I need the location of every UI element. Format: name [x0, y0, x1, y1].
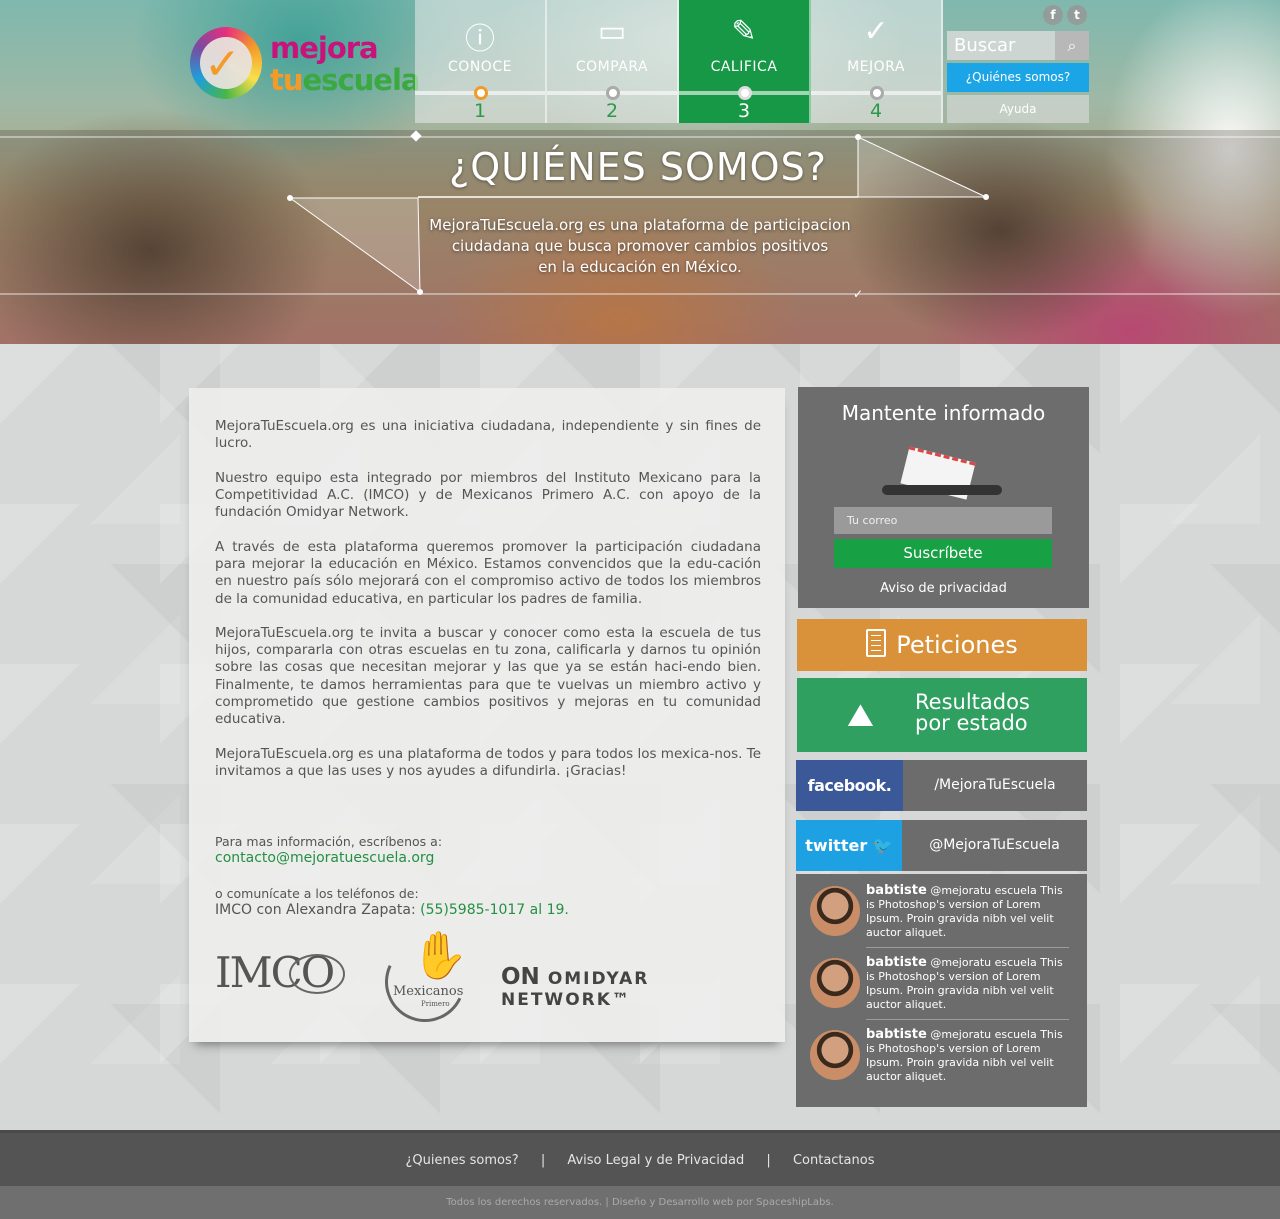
svg-text:✓: ✓ [853, 287, 863, 301]
ruler-icon: ▭ [597, 14, 627, 49]
search-icon: ⌕ [1067, 36, 1077, 55]
mexicanos-logo-subtext: Primero [421, 1000, 450, 1008]
pencil-icon: ✎ [731, 14, 757, 49]
tweet-item[interactable]: babtiste @mejoratu escuela This is Photo… [810, 948, 1069, 1016]
step-label: MEJORA [847, 59, 905, 75]
step-dot [738, 86, 752, 100]
peticiones-button[interactable]: Peticiones [797, 619, 1087, 671]
twitter-handle[interactable]: @MejoraTuEscuela [902, 820, 1087, 871]
step-number: 1 [473, 100, 487, 122]
step-label: CALIFICA [710, 59, 778, 75]
page-title: ¿QUIÉNES SOMOS? [449, 145, 827, 189]
facebook-logo-icon: facebook. [796, 760, 903, 811]
phone-line: IMCO con Alexandra Zapata: (55)5985-1017… [215, 902, 569, 918]
footer-link-quienes[interactable]: ¿Quienes somos? [406, 1153, 519, 1168]
tweets-feed: babtiste @mejoratu escuela This is Photo… [796, 874, 1087, 1107]
about-paragraph: MejoraTuEscuela.org es una iniciativa ci… [215, 418, 761, 452]
footer-separator: | [540, 1153, 546, 1168]
right-nav: f t Buscar ⌕ ¿Quiénes somos? Ayuda [947, 0, 1089, 123]
mexicanos-logo-text: Mexicanos [393, 984, 464, 999]
facebook-handle[interactable]: /MejoraTuEscuela [903, 760, 1087, 811]
footer-separator: | [766, 1153, 771, 1168]
step-dot [606, 86, 620, 100]
email-field[interactable]: Tu correo [834, 507, 1052, 534]
twitter-icon[interactable]: t [1067, 5, 1087, 25]
logo-text-mejora: mejora [270, 31, 379, 65]
avatar [810, 886, 860, 936]
resultados-label: Resultados por estado [915, 690, 1030, 735]
phone-number-link[interactable]: (55)5985-1017 al 19. [420, 902, 569, 918]
phone-label: o comunícate a los teléfonos de: [215, 886, 419, 901]
step-label: COMPARA [575, 59, 649, 75]
twitter-box[interactable]: twitter 🐦 @MejoraTuEscuela [796, 820, 1087, 871]
step-mejora[interactable]: ✓ MEJORA 4 [811, 0, 943, 123]
footer-link-contacto[interactable]: Contactanos [793, 1153, 875, 1168]
step-label: CONOCE [448, 59, 512, 75]
logo-text-tuescuela: tuescuela [270, 63, 420, 97]
clipboard-icon [866, 629, 887, 657]
twitter-logo-icon: twitter 🐦 [796, 820, 902, 871]
resultados-button[interactable]: ⛰ Resultados por estado [797, 678, 1087, 752]
quienes-somos-button[interactable]: ¿Quiénes somos? [947, 63, 1089, 92]
ayuda-button[interactable]: Ayuda [947, 95, 1089, 123]
facebook-icon[interactable]: f [1043, 5, 1063, 25]
raised-hand-icon: ✋ [411, 928, 469, 982]
info-icon: ⓘ [465, 22, 495, 57]
step-compara[interactable]: ▭ COMPARA 2 [547, 0, 679, 123]
avatar [810, 958, 860, 1008]
about-paragraph: A través de esta plataforma queremos pro… [215, 539, 761, 607]
check-circle-icon: ✓ [863, 14, 889, 49]
tweet-text: babtiste @mejoratu escuela This is Photo… [866, 1027, 1063, 1084]
newsletter-title: Mantente informado [841, 401, 1046, 425]
privacy-link[interactable]: Aviso de privacidad [798, 581, 1089, 596]
about-card: MejoraTuEscuela.org es una iniciativa ci… [189, 388, 785, 1042]
omidyar-logo[interactable]: ON OMIDYAR NETWORK™ [501, 964, 785, 1010]
site-logo[interactable]: ✓ mejora tuescuela [190, 27, 420, 105]
step-dot [474, 86, 488, 100]
about-paragraph: Nuestro equipo esta integrado por miembr… [215, 470, 761, 521]
search-box: Buscar ⌕ [947, 31, 1089, 60]
avatar [810, 1030, 860, 1080]
tweet-text: babtiste @mejoratu escuela This is Photo… [866, 883, 1063, 940]
tweet-text: babtiste @mejoratu escuela This is Photo… [866, 955, 1063, 1012]
imco-swirl-icon [289, 954, 345, 994]
step-conoce[interactable]: ⓘ CONOCE 1 [415, 0, 547, 123]
tweet-item[interactable]: babtiste @mejoratu escuela This is Photo… [810, 876, 1069, 944]
search-button[interactable]: ⌕ [1055, 31, 1089, 60]
footer-nav: ¿Quienes somos? | Aviso Legal y de Priva… [0, 1130, 1280, 1186]
about-paragraph: MejoraTuEscuela.org es una plataforma de… [215, 746, 762, 780]
hero-subtitle: MejoraTuEscuela.org es una plataforma de… [429, 216, 851, 276]
step-number: 2 [605, 100, 619, 122]
step-califica[interactable]: ✎ CALIFICA 3 [679, 0, 811, 123]
omidyar-mark: ON [501, 964, 540, 990]
search-input[interactable]: Buscar [954, 35, 1015, 56]
logo-check-icon: ✓ [204, 39, 241, 90]
steps-nav: ⓘ CONOCE 1 ▭ COMPARA 2 ✎ CALIFICA 3 ✓ ME… [415, 0, 943, 123]
hero-banner: ✓ ✓ mejora tuescuela ⓘ CONOCE 1 ▭ COMPAR… [0, 0, 1280, 344]
mexico-map-icon: ⛰ [847, 696, 874, 734]
envelope-icon [882, 446, 1002, 500]
tweet-item[interactable]: babtiste @mejoratu escuela This is Photo… [810, 1020, 1069, 1088]
step-number: 3 [737, 100, 751, 122]
subscribe-button[interactable]: Suscríbete [834, 539, 1052, 568]
mexicanos-primero-logo[interactable]: ✋ Mexicanos Primero [373, 928, 477, 1034]
footer-link-aviso[interactable]: Aviso Legal y de Privacidad [567, 1153, 744, 1168]
social-top: f t [1043, 5, 1087, 25]
contact-label: Para mas información, escríbenos a: [215, 834, 443, 849]
copyright-text: Todos los derechos reservados. | Diseño … [0, 1186, 1280, 1219]
facebook-box[interactable]: facebook. /MejoraTuEscuela [796, 760, 1087, 811]
newsletter-box: Mantente informado Tu correo Suscríbete … [798, 387, 1089, 608]
step-dot [870, 86, 884, 100]
contact-email-link[interactable]: contacto@mejoratuescuela.org [215, 850, 434, 866]
step-number: 4 [869, 100, 883, 122]
about-paragraph: MejoraTuEscuela.org te invita a buscar y… [215, 625, 761, 728]
